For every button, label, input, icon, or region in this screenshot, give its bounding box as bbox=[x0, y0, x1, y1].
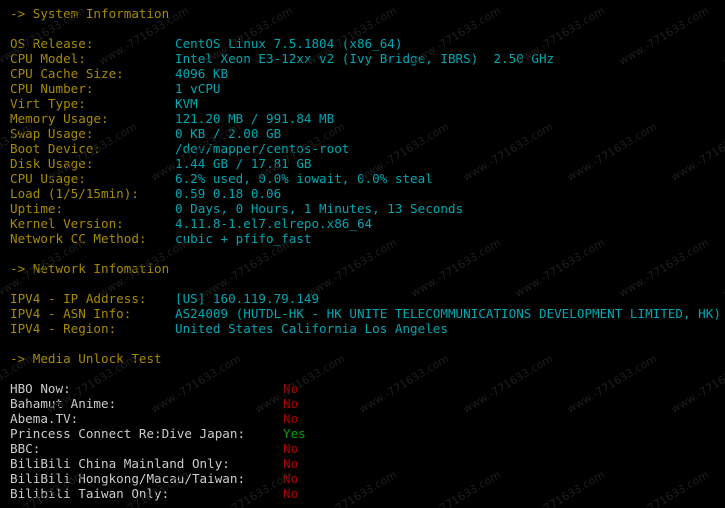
system-info-row: OS Release: CentOS Linux 7.5.1804 (x86_64… bbox=[10, 36, 725, 51]
system-info-row: Kernel Version: 4.11.8-1.el7.elrepo.x86_6… bbox=[10, 216, 725, 231]
media-test-row: HBO Now: No bbox=[10, 381, 725, 396]
network-info-value: [US] 160.119.79.149 bbox=[175, 291, 320, 306]
system-info-value: 121.20 MB / 991.84 MB bbox=[175, 111, 335, 126]
system-info-row: CPU Cache Size: 4096 KB bbox=[10, 66, 725, 81]
system-info-row: Load (1/5/15min): 0.59 0.18 0.06 bbox=[10, 186, 725, 201]
system-info-value: KVM bbox=[175, 96, 198, 111]
media-test-row: Bilibili Taiwan Only: No bbox=[10, 486, 725, 501]
media-test-row: BiliBili Hongkong/Macau/Taiwan: No bbox=[10, 471, 725, 486]
system-info-row: Virt Type: KVM bbox=[10, 96, 725, 111]
network-information-list: IPV4 - IP Address: [US] 160.119.79.149 IPV… bbox=[10, 291, 725, 336]
system-information-list: OS Release: CentOS Linux 7.5.1804 (x86_64… bbox=[10, 36, 725, 246]
system-info-value: 1.44 GB / 17.81 GB bbox=[175, 156, 312, 171]
terminal-output: -> System Information OS Release: CentOS … bbox=[0, 0, 725, 501]
media-test-value: No bbox=[283, 471, 299, 486]
media-test-row: Bahamut Anime: No bbox=[10, 396, 725, 411]
media-test-value: No bbox=[283, 441, 299, 456]
network-info-label: IPV4 - IP Address: bbox=[10, 291, 147, 306]
system-info-label: Network CC Method: bbox=[10, 231, 147, 246]
media-test-value: No bbox=[283, 381, 299, 396]
system-info-label: Uptime: bbox=[10, 201, 64, 216]
media-test-row: Princess Connect Re:Dive Japan: Yes bbox=[10, 426, 725, 441]
media-test-label: BiliBili Hongkong/Macau/Taiwan: bbox=[10, 471, 246, 486]
system-info-value: /dev/mapper/centos-root bbox=[175, 141, 350, 156]
media-test-value: Yes bbox=[283, 426, 306, 441]
media-test-value: No bbox=[283, 486, 299, 501]
system-info-value: 0 Days, 0 Hours, 1 Minutes, 13 Seconds bbox=[175, 201, 464, 216]
system-info-value: CentOS Linux 7.5.1804 (x86_64) bbox=[175, 36, 403, 51]
media-test-label: Princess Connect Re:Dive Japan: bbox=[10, 426, 246, 441]
system-info-label: CPU Cache Size: bbox=[10, 66, 124, 81]
network-info-value: United States California Los Angeles bbox=[175, 321, 448, 336]
media-test-value: No bbox=[283, 396, 299, 411]
system-info-row: Swap Usage: 0 KB / 2.00 GB bbox=[10, 126, 725, 141]
system-info-label: Boot Device: bbox=[10, 141, 101, 156]
system-info-label: Load (1/5/15min): bbox=[10, 186, 139, 201]
system-info-value: 4096 KB bbox=[175, 66, 229, 81]
system-info-row: Uptime: 0 Days, 0 Hours, 1 Minutes, 13 Se… bbox=[10, 201, 725, 216]
terminal-window: www.-771633.com www.-771633.com www.-77163… bbox=[0, 0, 725, 508]
media-test-label: Abema.TV: bbox=[10, 411, 79, 426]
system-info-value: cubic + pfifo_fast bbox=[175, 231, 312, 246]
system-info-row: CPU Number: 1 vCPU bbox=[10, 81, 725, 96]
media-test-row: BBC: No bbox=[10, 441, 725, 456]
system-info-row: Disk Usage: 1.44 GB / 17.81 GB bbox=[10, 156, 725, 171]
system-info-value: 4.11.8-1.el7.elrepo.x86_64 bbox=[175, 216, 373, 231]
system-info-row: CPU Model: Intel Xeon E3-12xx v2 (Ivy Bri… bbox=[10, 51, 725, 66]
network-info-label: IPV4 - ASN Info: bbox=[10, 306, 132, 321]
system-info-value: 0.59 0.18 0.06 bbox=[175, 186, 282, 201]
system-info-label: Kernel Version: bbox=[10, 216, 124, 231]
system-info-row: CPU Usage: 6.2% used, 0.0% iowait, 0.0% s… bbox=[10, 171, 725, 186]
system-info-value: 0 KB / 2.00 GB bbox=[175, 126, 282, 141]
media-test-row: BiliBili China Mainland Only: No bbox=[10, 456, 725, 471]
media-test-label: Bahamut Anime: bbox=[10, 396, 117, 411]
system-info-value: 1 vCPU bbox=[175, 81, 221, 96]
system-info-row: Network CC Method: cubic + pfifo_fast bbox=[10, 231, 725, 246]
system-info-row: Memory Usage: 121.20 MB / 991.84 MB bbox=[10, 111, 725, 126]
media-test-label: BBC: bbox=[10, 441, 41, 456]
section-header-system: -> System Information bbox=[10, 6, 170, 21]
network-info-row: IPV4 - Region: United States California L… bbox=[10, 321, 725, 336]
system-info-label: Swap Usage: bbox=[10, 126, 94, 141]
media-test-label: HBO Now: bbox=[10, 381, 71, 396]
network-info-row: IPV4 - ASN Info: AS24009 (HUTDL-HK - HK U… bbox=[10, 306, 725, 321]
system-info-label: OS Release: bbox=[10, 36, 94, 51]
system-info-row: Boot Device: /dev/mapper/centos-root bbox=[10, 141, 725, 156]
network-info-value: AS24009 (HUTDL-HK - HK UNITE TELECOMMUNI… bbox=[175, 306, 721, 321]
media-unlock-test-list: HBO Now: No Bahamut Anime: No Abema.TV: No Pri… bbox=[10, 381, 725, 501]
system-info-label: Virt Type: bbox=[10, 96, 86, 111]
media-test-label: BiliBili China Mainland Only: bbox=[10, 456, 230, 471]
media-test-value: No bbox=[283, 411, 299, 426]
media-test-row: Abema.TV: No bbox=[10, 411, 725, 426]
media-test-value: No bbox=[283, 456, 299, 471]
network-info-row: IPV4 - IP Address: [US] 160.119.79.149 bbox=[10, 291, 725, 306]
system-info-label: Memory Usage: bbox=[10, 111, 109, 126]
system-info-label: CPU Number: bbox=[10, 81, 94, 96]
system-info-value: 6.2% used, 0.0% iowait, 0.0% steal bbox=[175, 171, 433, 186]
system-info-value: Intel Xeon E3-12xx v2 (Ivy Bridge, IBRS)… bbox=[175, 51, 555, 66]
system-info-label: CPU Usage: bbox=[10, 171, 86, 186]
system-info-label: CPU Model: bbox=[10, 51, 86, 66]
network-info-label: IPV4 - Region: bbox=[10, 321, 117, 336]
section-header-network: -> Network Infomation bbox=[10, 261, 170, 276]
media-test-label: Bilibili Taiwan Only: bbox=[10, 486, 170, 501]
section-header-media: -> Media Unlock Test bbox=[10, 351, 162, 366]
system-info-label: Disk Usage: bbox=[10, 156, 94, 171]
